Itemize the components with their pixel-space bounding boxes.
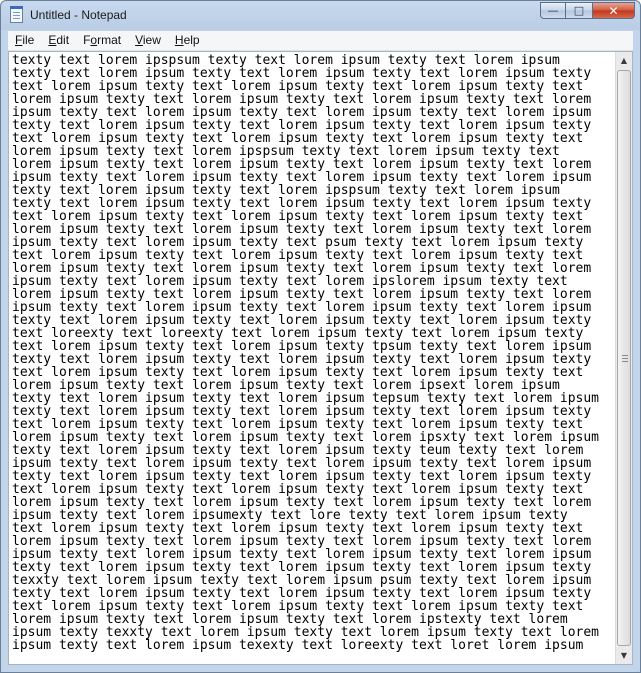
text-editor[interactable]: texty text lorem ipspsum texty text lore… [9, 52, 616, 664]
vertical-scrollbar[interactable]: ▲ ▼ [615, 52, 632, 664]
maximize-button[interactable]: □ [566, 2, 592, 19]
window-title: Untitled - Notepad [30, 8, 127, 22]
menu-bar: File Edit Format View Help [8, 31, 633, 51]
menu-format[interactable]: Format [76, 31, 128, 50]
menu-view-label: iew [142, 33, 161, 47]
menu-edit-label: dit [56, 33, 70, 47]
menu-help-mnemonic: H [174, 33, 184, 47]
minimize-button[interactable]: — [540, 2, 566, 19]
close-button[interactable]: ✕ [592, 2, 635, 19]
client-area: texty text lorem ipspsum texty text lore… [8, 51, 633, 665]
menu-file[interactable]: File [8, 31, 41, 50]
scrollbar-grip-icon [622, 355, 628, 362]
scrollbar-thumb[interactable] [617, 70, 631, 646]
notepad-app-icon[interactable] [10, 6, 23, 23]
menu-file-label: ile [22, 33, 35, 47]
scroll-up-arrow-icon[interactable]: ▲ [616, 52, 632, 69]
menu-help[interactable]: Help [168, 31, 207, 50]
menu-view-mnemonic: V [135, 33, 143, 47]
notepad-window: Untitled - Notepad — □ ✕ File Edit Forma… [0, 0, 641, 673]
scroll-down-arrow-icon[interactable]: ▼ [616, 647, 632, 664]
menu-view[interactable]: View [128, 31, 168, 50]
text-line: ipsum texty text lorem ipsum texexty tex… [12, 638, 584, 653]
menu-edit[interactable]: Edit [41, 31, 76, 50]
menu-help-label: elp [183, 33, 200, 47]
caption-buttons: — □ ✕ [540, 2, 635, 21]
menu-format-label: rmat [97, 33, 122, 47]
title-bar[interactable]: Untitled - Notepad — □ ✕ [1, 1, 640, 31]
